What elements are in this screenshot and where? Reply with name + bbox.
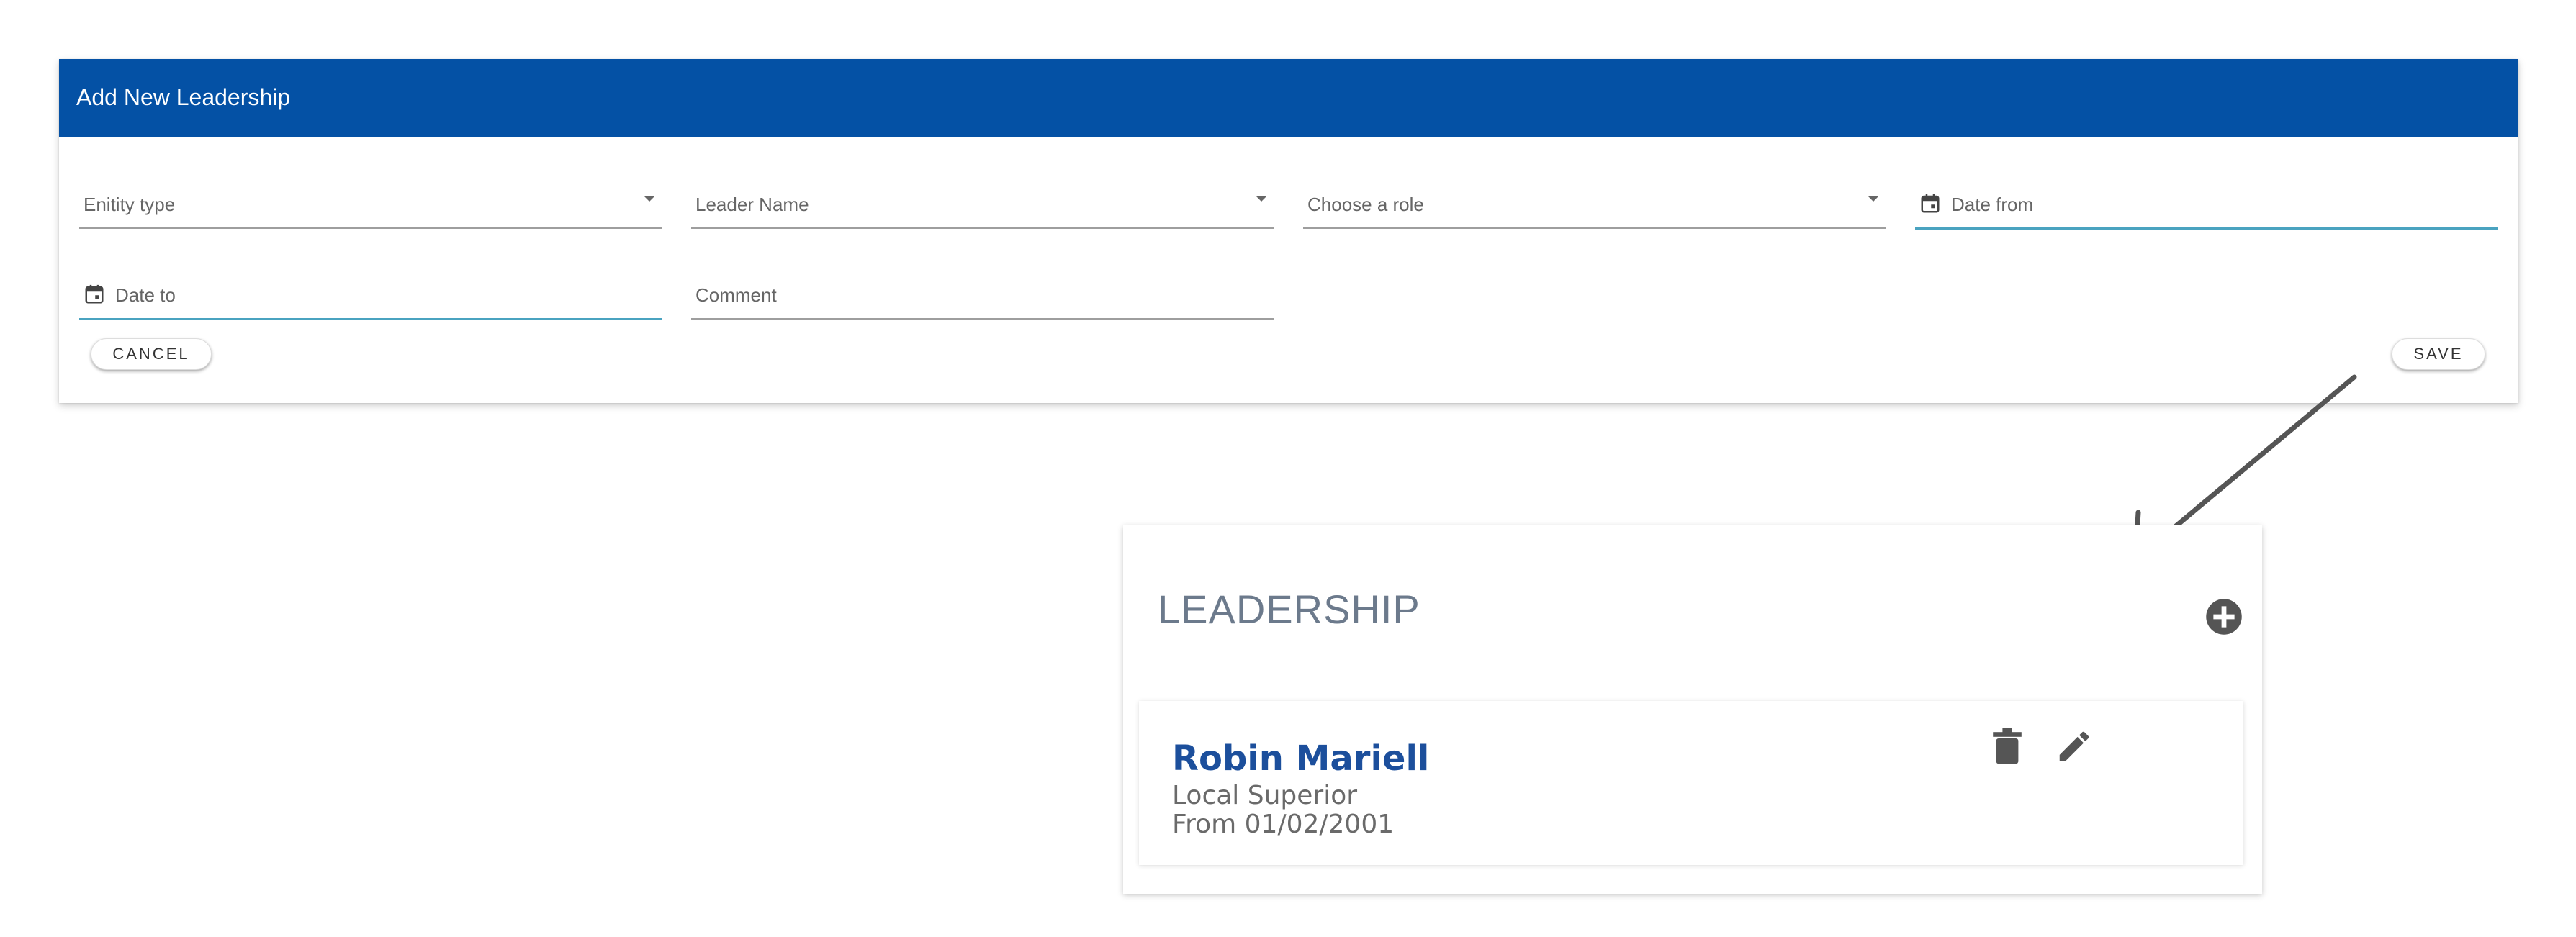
date-from-label: Date from <box>1951 194 2034 215</box>
dropdown-arrow-icon <box>1868 196 1879 202</box>
comment-label: Comment <box>695 284 777 306</box>
calendar-icon <box>1921 194 1940 213</box>
role-label: Choose a role <box>1307 194 1424 215</box>
dialog-header: Add New Leadership <box>59 59 2518 137</box>
leadership-entry: Robin Mariell Local Superior From 01/02/… <box>1139 701 2243 865</box>
trash-icon[interactable] <box>1991 727 2023 766</box>
leader-name: Robin Mariell <box>1172 738 1430 779</box>
comment-field[interactable]: Comment <box>691 272 1274 320</box>
date-from-field[interactable]: Date from <box>1915 181 2498 230</box>
leader-role: Local Superior <box>1172 781 1358 810</box>
plus-circle-icon[interactable] <box>2205 597 2243 636</box>
leadership-card: LEADERSHIP Robin Mariell Local Superior … <box>1123 525 2262 894</box>
dialog-title: Add New Leadership <box>76 84 291 110</box>
entity-type-label: Enitity type <box>84 194 176 215</box>
dropdown-arrow-icon <box>644 196 655 202</box>
leader-name-select[interactable]: Leader Name <box>691 181 1274 229</box>
entity-type-select[interactable]: Enitity type <box>79 181 662 229</box>
dropdown-arrow-icon <box>1256 196 1267 202</box>
cancel-button[interactable]: CANCEL <box>91 338 212 370</box>
date-to-field[interactable]: Date to <box>79 272 662 320</box>
edit-icon[interactable] <box>2055 727 2094 766</box>
leader-name-label: Leader Name <box>695 194 809 215</box>
date-to-label: Date to <box>115 284 176 306</box>
calendar-icon <box>85 284 104 304</box>
role-select[interactable]: Choose a role <box>1303 181 1886 229</box>
save-button[interactable]: SAVE <box>2392 338 2485 370</box>
card-title: LEADERSHIP <box>1158 587 1420 632</box>
leader-date: From 01/02/2001 <box>1172 810 1395 839</box>
add-leadership-dialog: Add New Leadership Enitity type Leader N… <box>59 59 2518 403</box>
